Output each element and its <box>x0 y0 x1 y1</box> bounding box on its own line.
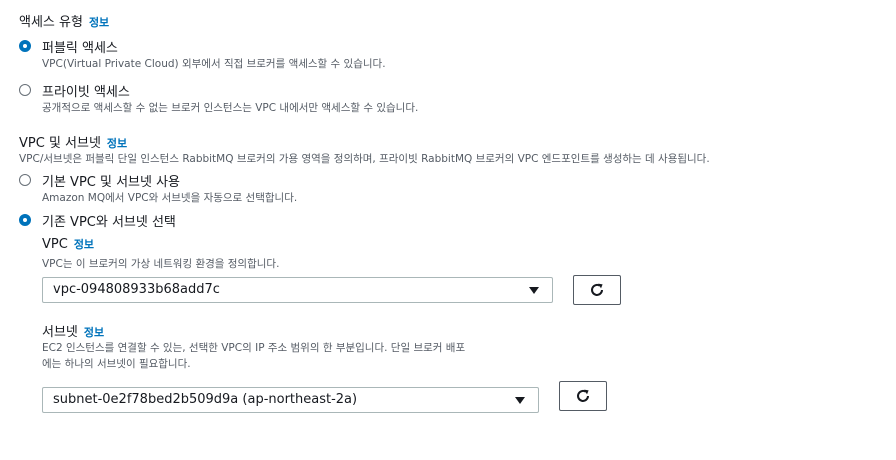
subnet-refresh-button[interactable] <box>559 381 607 411</box>
default-vpc-description: Amazon MQ에서 VPC와 서브넷을 자동으로 선택합니다. <box>42 192 298 204</box>
private-access-label[interactable]: 프라이빗 액세스 <box>42 81 130 100</box>
caret-down-icon <box>515 397 525 404</box>
subnet-field-heading: 서브넷 정보 <box>42 321 104 340</box>
subnet-select-value: subnet-0e2f78bed2b509d9a (ap-northeast-2… <box>53 392 358 407</box>
vpc-subnet-title: VPC 및 서브넷 <box>19 136 101 151</box>
vpc-subnet-heading: VPC 및 서브넷 정보 <box>19 132 127 151</box>
subnet-field-label: 서브넷 <box>42 325 78 340</box>
public-access-radio[interactable] <box>19 40 31 52</box>
vpc-subnet-description: VPC/서브넷은 퍼블릭 단일 인스턴스 RabbitMQ 브로커의 가용 영역… <box>19 153 710 165</box>
vpc-select[interactable]: vpc-094808933b68add7c <box>42 277 553 303</box>
vpc-field-description: VPC는 이 브로커의 가상 네트워킹 환경을 정의합니다. <box>42 258 280 270</box>
default-vpc-label[interactable]: 기본 VPC 및 서브넷 사용 <box>42 171 180 190</box>
default-vpc-radio[interactable] <box>19 174 31 186</box>
subnet-info-link[interactable]: 정보 <box>84 326 104 339</box>
subnet-field-description-line2: 에는 하나의 서브넷이 필요합니다. <box>42 358 191 370</box>
vpc-field-heading: VPC 정보 <box>42 236 94 252</box>
existing-vpc-radio[interactable] <box>19 214 31 226</box>
public-access-description: VPC(Virtual Private Cloud) 외부에서 직접 브로커를 … <box>42 58 386 70</box>
subnet-field-description-line1: EC2 인스턴스를 연결할 수 있는, 선택한 VPC의 IP 주소 범위의 한… <box>42 342 466 354</box>
private-access-radio[interactable] <box>19 84 31 96</box>
vpc-refresh-button[interactable] <box>573 275 621 305</box>
vpc-subnet-info-link[interactable]: 정보 <box>107 137 127 150</box>
refresh-icon <box>577 389 589 402</box>
refresh-icon <box>591 283 603 296</box>
access-type-heading: 액세스 유형 정보 <box>19 11 109 30</box>
access-type-info-link[interactable]: 정보 <box>89 16 109 29</box>
public-access-label[interactable]: 퍼블릭 액세스 <box>42 37 118 56</box>
private-access-description: 공개적으로 액세스할 수 없는 브로커 인스턴스는 VPC 내에서만 액세스할 … <box>42 102 419 114</box>
subnet-select[interactable]: subnet-0e2f78bed2b509d9a (ap-northeast-2… <box>42 387 539 413</box>
vpc-info-link[interactable]: 정보 <box>74 238 94 251</box>
existing-vpc-label[interactable]: 기존 VPC와 서브넷 선택 <box>42 211 176 230</box>
vpc-select-value: vpc-094808933b68add7c <box>53 282 220 297</box>
access-type-title: 액세스 유형 <box>19 15 83 30</box>
caret-down-icon <box>529 287 539 294</box>
vpc-field-label: VPC <box>42 237 68 252</box>
